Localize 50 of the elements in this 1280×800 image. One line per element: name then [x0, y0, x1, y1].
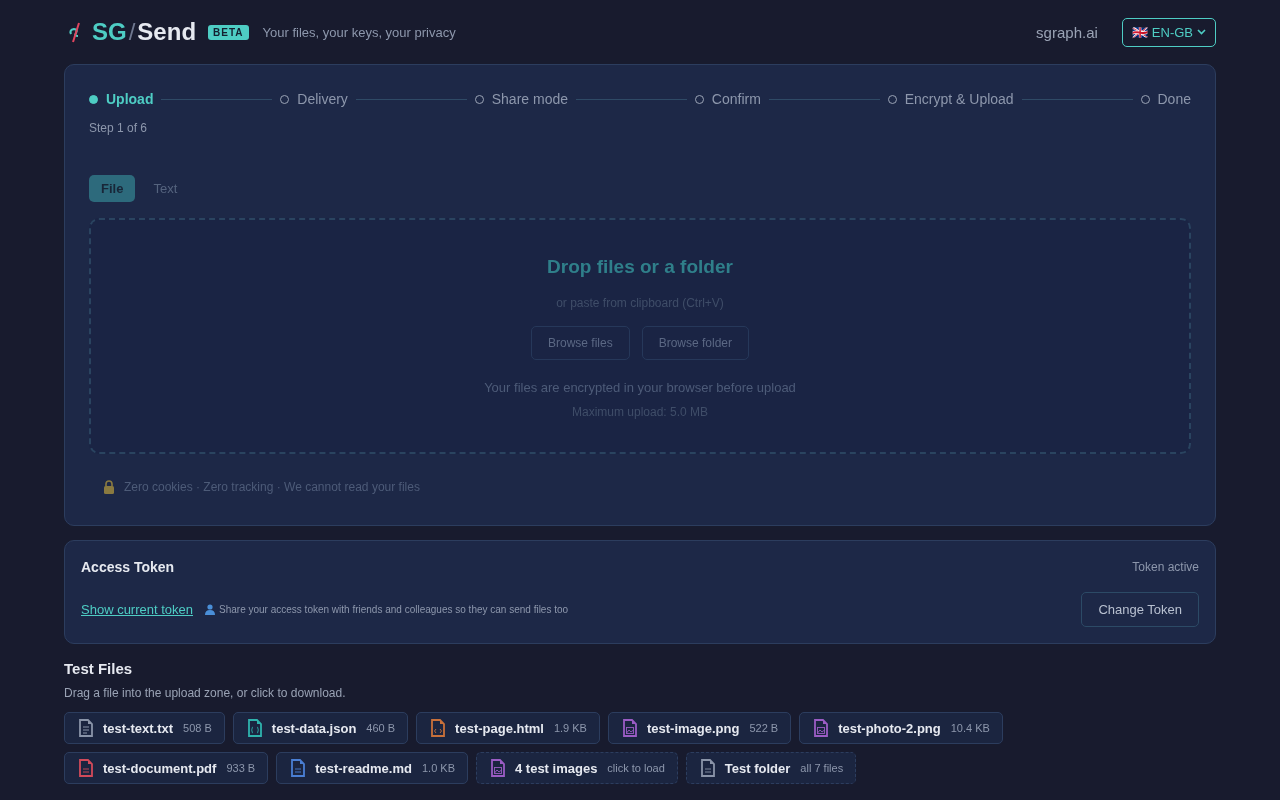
file-size: 1.9 KB: [553, 722, 587, 734]
change-token-button[interactable]: Change Token: [1081, 592, 1199, 627]
step-indicator: Done: [1140, 91, 1191, 107]
file-size: 933 B: [226, 762, 256, 774]
file-size: 508 B: [183, 722, 212, 734]
test-file-chip[interactable]: test-readme.md 1.0 KB: [276, 752, 468, 784]
file-name: test-photo-2.png: [838, 720, 941, 736]
file-size: 522 B: [749, 722, 779, 734]
drop-zone-title: Drop files or a folder: [547, 256, 733, 278]
file-name: test-data.json: [271, 720, 357, 736]
test-files-subtitle: Drag a file into the upload zone, or click to download.: [64, 686, 347, 700]
site-link[interactable]: sgraph.ai: [1036, 23, 1098, 41]
file-size: all 7 files: [800, 762, 844, 774]
step-indicator: Share mode: [474, 91, 568, 107]
file-name: test-readme.md: [315, 760, 412, 776]
logo-text: SG/Send: [92, 18, 197, 46]
test-files-heading: Test Files: [64, 660, 134, 677]
file-name: test-document.pdf: [103, 760, 217, 776]
file-name: test-page.html: [455, 720, 544, 736]
file-name: 4 test images: [515, 760, 598, 776]
step-indicator: Upload: [89, 91, 154, 107]
token-status: Token active: [1132, 560, 1199, 574]
file-size: 460 B: [366, 722, 396, 734]
test-file-chip[interactable]: test-data.json 460 B: [232, 712, 409, 744]
language-select[interactable]: 🇬🇧 EN-GB: [1121, 17, 1216, 47]
step-counter: Step 1 of 6: [89, 121, 149, 135]
test-file-chip[interactable]: Test folder all 7 files: [685, 752, 857, 784]
chevron-down-icon: [1197, 29, 1206, 35]
test-file-chip[interactable]: test-text.txt 508 B: [64, 712, 225, 744]
test-file-chip[interactable]: test-image.png 522 B: [607, 712, 792, 744]
share-note: Share your access token with friends and colleagues so they can send files too: [219, 604, 569, 615]
person-icon: [205, 604, 215, 615]
file-size: click to load: [607, 762, 665, 774]
test-file-chip[interactable]: 4 test images click to load: [476, 752, 678, 784]
lock-icon: [103, 480, 115, 494]
test-file-chip[interactable]: test-document.pdf 933 B: [64, 752, 269, 784]
file-size: 10.4 KB: [950, 722, 990, 734]
show-token-link[interactable]: Show current token: [81, 602, 193, 617]
file-size: 1.0 KB: [421, 762, 455, 774]
step-indicator: Confirm: [694, 91, 761, 107]
test-file-chip[interactable]: test-photo-2.png 10.4 KB: [799, 712, 1003, 744]
test-file-chip[interactable]: test-page.html 1.9 KB: [416, 712, 600, 744]
access-token-title: Access Token: [81, 559, 175, 575]
file-name: Test folder: [724, 760, 791, 776]
file-name: test-image.png: [646, 720, 740, 736]
tagline: Your files, your keys, your privacy: [262, 24, 456, 40]
file-name: test-text.txt: [103, 720, 174, 736]
step-indicator: Encrypt & Upload: [887, 91, 1014, 107]
beta-badge: BETA: [208, 24, 249, 40]
step-indicator: Delivery: [280, 91, 348, 107]
